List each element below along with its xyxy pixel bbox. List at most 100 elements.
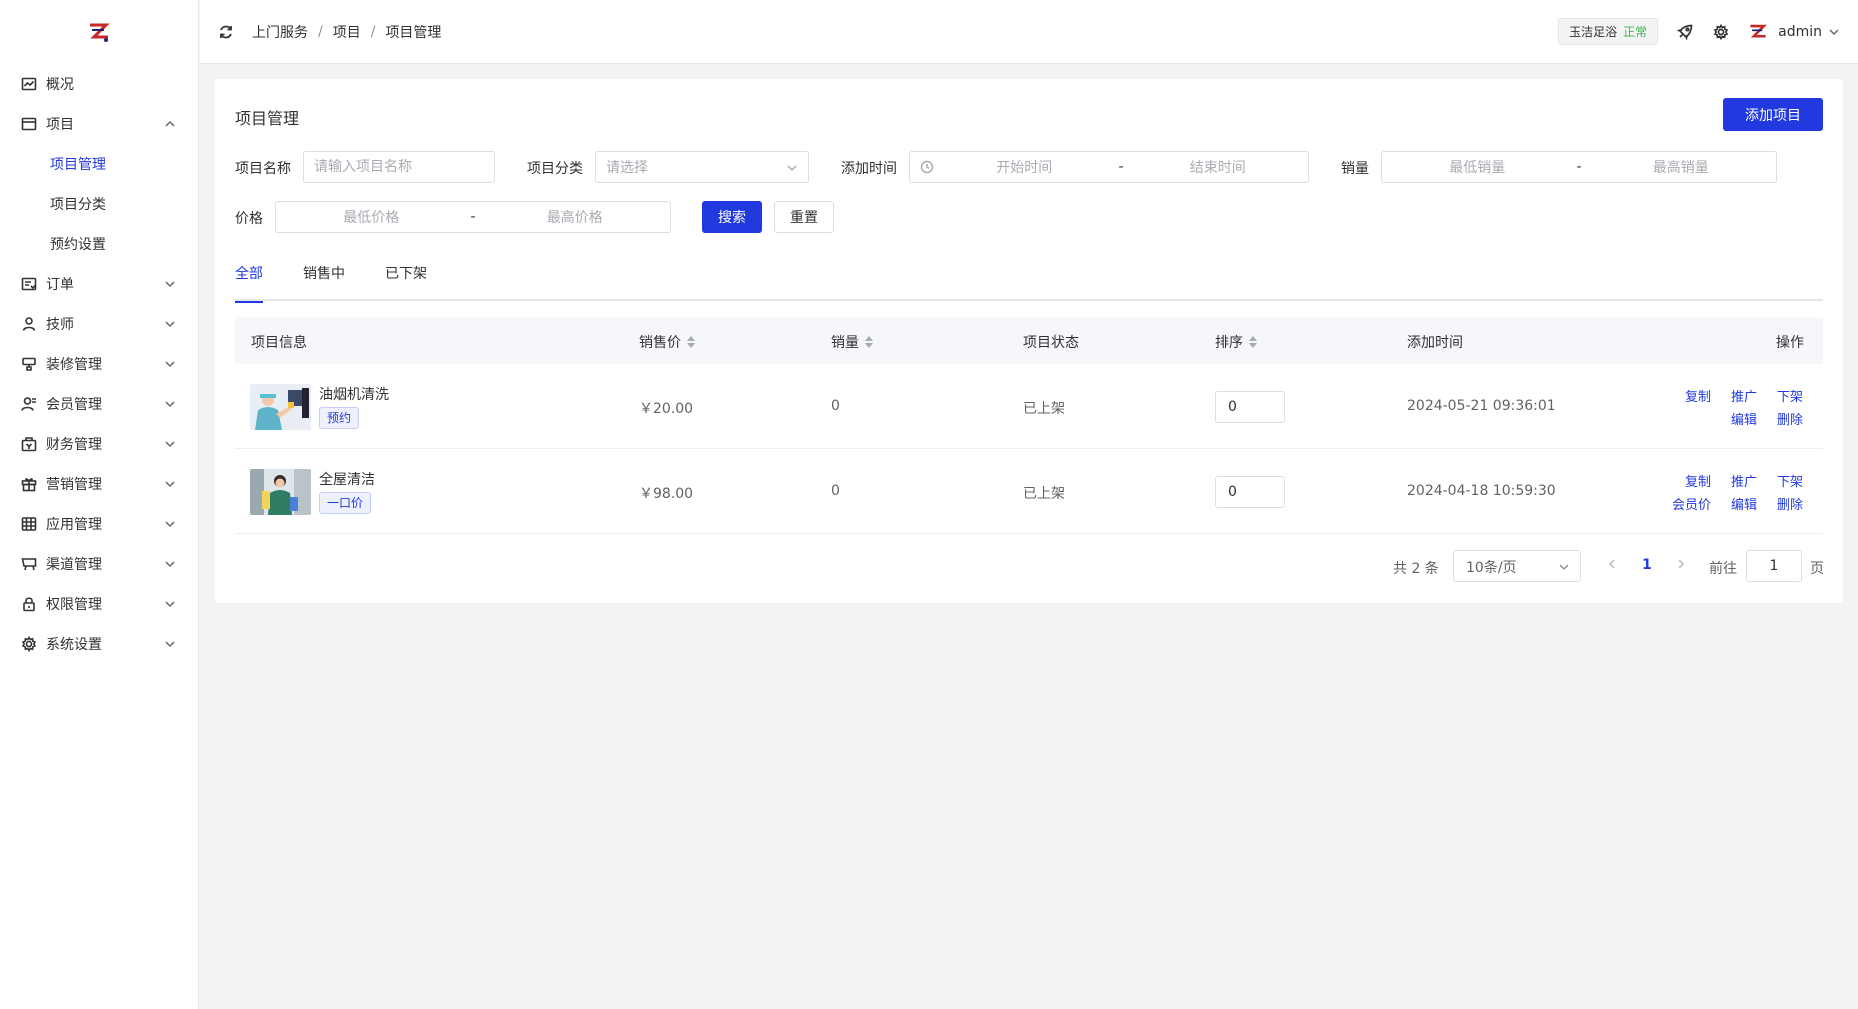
promote-link[interactable]: 推广 bbox=[1731, 471, 1757, 490]
range-separator: - bbox=[1576, 159, 1582, 175]
chevron-down-icon bbox=[164, 318, 176, 330]
sidebar-item-technician[interactable]: 技师 bbox=[0, 304, 198, 344]
copy-link[interactable]: 复制 bbox=[1685, 386, 1711, 405]
promote-link[interactable]: 推广 bbox=[1731, 386, 1757, 405]
chevron-down-icon bbox=[164, 558, 176, 570]
col-price[interactable]: 销售价 bbox=[639, 332, 695, 352]
edit-link[interactable]: 编辑 bbox=[1731, 409, 1757, 428]
price-min-input[interactable]: 最低价格 bbox=[276, 207, 466, 227]
sidebar-item-finance[interactable]: 财务管理 bbox=[0, 424, 198, 464]
avatar[interactable] bbox=[1746, 20, 1770, 44]
finance-icon bbox=[20, 435, 38, 453]
sales-range-input[interactable]: 最低销量 - 最高销量 bbox=[1381, 151, 1777, 183]
grid-icon bbox=[20, 515, 38, 533]
gift-icon bbox=[20, 475, 38, 493]
col-sales[interactable]: 销量 bbox=[831, 332, 873, 352]
tab-off-shelf[interactable]: 已下架 bbox=[385, 263, 427, 301]
time-end-input[interactable]: 结束时间 bbox=[1128, 157, 1308, 177]
sidebar-subitem-project-category[interactable]: 项目分类 bbox=[0, 184, 198, 224]
shop-badge[interactable]: 玉洁足浴 正常 bbox=[1558, 18, 1659, 45]
chevron-up-icon bbox=[164, 118, 176, 130]
sidebar: 概况 项目 项目管理 项目分类 预约设置 订单 技师 装修管理 会员管理 财务管… bbox=[0, 0, 199, 1009]
page-size-select[interactable]: 10条/页 bbox=[1453, 550, 1581, 582]
brand-logo[interactable] bbox=[0, 0, 198, 64]
sidebar-item-marketing[interactable]: 营销管理 bbox=[0, 464, 198, 504]
sidebar-subitem-booking-settings[interactable]: 预约设置 bbox=[0, 224, 198, 264]
gear-icon[interactable] bbox=[1712, 23, 1730, 41]
time-range-picker[interactable]: 开始时间 - 结束时间 bbox=[909, 151, 1309, 183]
pagination: 共 2 条 10条/页 1 前往 页 bbox=[215, 550, 1843, 582]
price-range-input[interactable]: 最低价格 - 最高价格 bbox=[275, 201, 671, 233]
sales-max-input[interactable]: 最高销量 bbox=[1586, 157, 1776, 177]
chart-icon bbox=[20, 75, 38, 93]
filter-label-sales: 销量 bbox=[1341, 161, 1369, 177]
sidebar-menu: 概况 项目 项目管理 项目分类 预约设置 订单 技师 装修管理 会员管理 财务管… bbox=[0, 64, 198, 664]
breadcrumb-separator: / bbox=[318, 23, 323, 40]
col-sort[interactable]: 排序 bbox=[1215, 332, 1257, 352]
brush-icon bbox=[20, 355, 38, 373]
sidebar-item-member[interactable]: 会员管理 bbox=[0, 384, 198, 424]
project-tag: 一口价 bbox=[319, 492, 372, 514]
page-number-current[interactable]: 1 bbox=[1642, 557, 1652, 573]
sort-order-input[interactable] bbox=[1215, 476, 1285, 508]
sidebar-subitem-project-manage[interactable]: 项目管理 bbox=[0, 144, 198, 184]
sort-icon[interactable] bbox=[1249, 336, 1257, 348]
filter-label-time: 添加时间 bbox=[841, 161, 897, 177]
project-name-input[interactable] bbox=[303, 151, 495, 183]
sidebar-item-order[interactable]: 订单 bbox=[0, 264, 198, 304]
refresh-icon[interactable] bbox=[218, 24, 234, 40]
page-size-value: 10条/页 bbox=[1466, 560, 1517, 576]
tab-on-sale[interactable]: 销售中 bbox=[303, 263, 345, 301]
sidebar-item-overview[interactable]: 概况 bbox=[0, 64, 198, 104]
delete-link[interactable]: 删除 bbox=[1777, 494, 1803, 513]
sidebar-item-decoration[interactable]: 装修管理 bbox=[0, 344, 198, 384]
goto-page-input[interactable] bbox=[1746, 550, 1802, 582]
sidebar-item-apps[interactable]: 应用管理 bbox=[0, 504, 198, 544]
sidebar-item-label: 技师 bbox=[46, 317, 74, 333]
take-down-link[interactable]: 下架 bbox=[1777, 386, 1803, 405]
username[interactable]: admin bbox=[1778, 24, 1822, 40]
next-page-button[interactable] bbox=[1675, 558, 1689, 574]
price-max-input[interactable]: 最高价格 bbox=[480, 207, 670, 227]
page-title: 项目管理 bbox=[235, 109, 300, 128]
sort-icon[interactable] bbox=[865, 336, 873, 348]
sales-min-input[interactable]: 最低销量 bbox=[1382, 157, 1572, 177]
page-unit-label: 页 bbox=[1810, 561, 1824, 577]
sidebar-item-label: 装修管理 bbox=[46, 357, 102, 373]
chevron-down-icon bbox=[164, 518, 176, 530]
breadcrumb-item[interactable]: 项目 bbox=[333, 22, 361, 42]
sidebar-item-system-settings[interactable]: 系统设置 bbox=[0, 624, 198, 664]
add-project-button[interactable]: 添加项目 bbox=[1723, 98, 1823, 131]
take-down-link[interactable]: 下架 bbox=[1777, 471, 1803, 490]
chevron-down-icon bbox=[164, 598, 176, 610]
sort-icon[interactable] bbox=[687, 336, 695, 348]
chevron-down-icon bbox=[786, 162, 798, 174]
delete-link[interactable]: 删除 bbox=[1777, 409, 1803, 428]
reset-button[interactable]: 重置 bbox=[774, 201, 834, 233]
sort-order-input[interactable] bbox=[1215, 391, 1285, 423]
table-row: 油烟机清洗 预约 ￥20.00 0 已上架 2024-05-21 09:36:0… bbox=[235, 364, 1823, 449]
sidebar-item-project[interactable]: 项目 bbox=[0, 104, 198, 144]
copy-link[interactable]: 复制 bbox=[1685, 471, 1711, 490]
rocket-icon[interactable] bbox=[1676, 23, 1694, 41]
project-thumbnail[interactable] bbox=[250, 469, 311, 515]
chevron-down-icon bbox=[164, 478, 176, 490]
sidebar-item-permission[interactable]: 权限管理 bbox=[0, 584, 198, 624]
prev-page-button[interactable] bbox=[1606, 558, 1620, 574]
sidebar-item-channel[interactable]: 渠道管理 bbox=[0, 544, 198, 584]
edit-link[interactable]: 编辑 bbox=[1731, 494, 1757, 513]
range-separator: - bbox=[1118, 159, 1124, 175]
project-name: 全屋清洁 bbox=[319, 472, 375, 488]
breadcrumb-item[interactable]: 上门服务 bbox=[252, 22, 308, 42]
sidebar-item-label: 系统设置 bbox=[46, 637, 102, 653]
range-separator: - bbox=[470, 209, 476, 225]
time-start-input[interactable]: 开始时间 bbox=[934, 157, 1114, 177]
project-thumbnail[interactable] bbox=[250, 384, 311, 430]
chevron-down-icon[interactable] bbox=[1828, 26, 1840, 38]
tab-all[interactable]: 全部 bbox=[235, 263, 263, 303]
project-price: ￥98.00 bbox=[639, 486, 694, 502]
project-status: 已上架 bbox=[1023, 401, 1065, 417]
search-button[interactable]: 搜索 bbox=[702, 201, 762, 233]
category-select[interactable]: 请选择 bbox=[595, 151, 809, 183]
member-price-link[interactable]: 会员价 bbox=[1672, 494, 1711, 513]
